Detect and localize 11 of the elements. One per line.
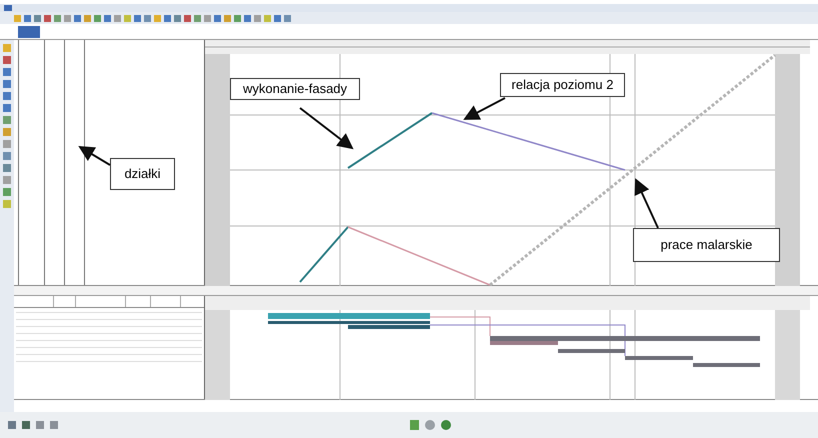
arrow xyxy=(463,97,506,120)
gantt-bar xyxy=(693,363,760,367)
callout-label: wykonanie-fasady xyxy=(230,78,360,100)
gantt-bar xyxy=(625,356,693,360)
arrow xyxy=(299,107,354,150)
arrow xyxy=(634,178,659,228)
callout-label: relacja poziomu 2 xyxy=(500,73,625,97)
arrow xyxy=(78,146,111,166)
callout-label: prace malarskie xyxy=(633,228,780,262)
callout-label: działki xyxy=(110,158,175,190)
gantt-bar xyxy=(558,349,625,353)
